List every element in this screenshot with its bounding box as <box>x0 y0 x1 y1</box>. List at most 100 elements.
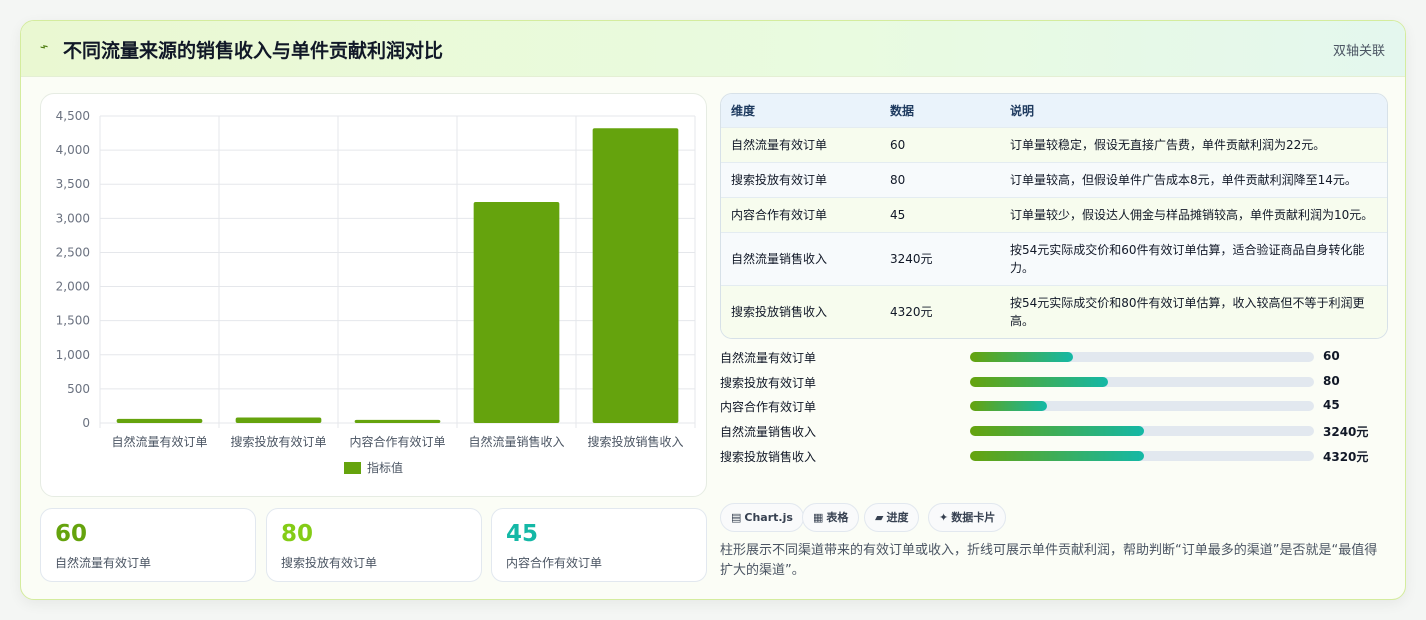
progress-value: 3240元 <box>1323 425 1369 439</box>
stat-label: 自然流量有效订单 <box>55 556 152 570</box>
progress-value: 45 <box>1323 398 1340 412</box>
progress-row: 搜索投放有效订单 80 <box>720 372 1388 392</box>
x-tick-label: 内容合作有效订单 <box>349 434 445 449</box>
progress-fill <box>970 401 1048 411</box>
lightning-icon: ⌁ <box>37 38 51 56</box>
y-tick-label: 2,500 <box>56 245 90 259</box>
progress-fill <box>970 426 1144 436</box>
y-tick-label: 1,000 <box>56 348 90 362</box>
chip-label: 数据卡片 <box>951 511 996 524</box>
progress-row: 自然流量销售收入 3240元 <box>720 421 1388 441</box>
bar-chart: 0 500 1,000 1,500 2,000 2,500 3,000 3,500 4,000 4… <box>56 109 696 475</box>
table-cell: 自然流量有效订单 <box>721 126 880 162</box>
column-header-note: 说明 <box>1010 103 1035 118</box>
progress-track <box>970 401 1314 411</box>
progress-label: 搜索投放有效订单 <box>720 376 817 390</box>
dual-axis-badge[interactable]: 双轴关联 <box>1333 40 1385 59</box>
column-header-dimension: 维度 <box>731 103 756 118</box>
bar <box>473 201 560 423</box>
x-tick-label: 自然流量销售收入 <box>468 434 564 449</box>
legend-label: 指标值 <box>367 460 403 475</box>
legend-swatch <box>344 462 361 474</box>
progress-row: 搜索投放销售收入 4320元 <box>720 446 1388 466</box>
chip-table[interactable]: ▦ 表格 <box>802 503 860 532</box>
chart-card: ⌁ 不同流量来源的销售收入与单件贡献利润对比 双轴关联 0 500 1,000 1,5… <box>20 20 1406 600</box>
progress-list: 自然流量有效订单 60 搜索投放有效订单 80 内容合作有效订单 45 自然流量… <box>720 347 1388 467</box>
stat-value: 80 <box>281 521 314 547</box>
table-cell: 60 <box>880 126 1000 162</box>
table-row: 内容合作有效订单 45 订单量较少，假设达人佣金与样品摊销较高，单件贡献利润为1… <box>721 196 1387 232</box>
progress-fill <box>970 377 1108 387</box>
chip-chartjs[interactable]: ▤ Chart.js <box>720 503 804 532</box>
bar <box>354 419 441 423</box>
table-row: 搜索投放有效订单 80 订单量较高，但假设单件广告成本8元，单件贡献利润降至14… <box>721 161 1387 197</box>
column-header-data: 数据 <box>890 103 915 118</box>
table-row: 自然流量销售收入 3240元 按54元实际成交价和60件有效订单估算，适合验证商… <box>721 231 1387 285</box>
table-cell: 内容合作有效订单 <box>721 196 880 232</box>
table-cell: 搜索投放销售收入 <box>721 284 880 338</box>
page-title: 不同流量来源的销售收入与单件贡献利润对比 <box>63 40 444 62</box>
y-tick-label: 2,000 <box>56 280 90 294</box>
y-tick-label: 4,500 <box>56 109 90 123</box>
x-tick-label: 自然流量有效订单 <box>111 434 207 449</box>
progress-track <box>970 352 1314 362</box>
stat-label: 搜索投放有效订单 <box>281 556 378 570</box>
table-cell: 4320元 <box>880 284 1000 338</box>
progress-icon: ▰ <box>875 511 884 524</box>
progress-fill <box>970 451 1144 461</box>
y-tick-label: 1,500 <box>56 314 90 328</box>
stat-card-content-orders: 45 内容合作有效订单 <box>491 508 707 582</box>
table-icon: ▦ <box>813 511 824 524</box>
progress-fill <box>970 352 1074 362</box>
stat-label: 内容合作有效订单 <box>506 556 603 570</box>
stat-value: 45 <box>506 521 539 547</box>
chip-progress[interactable]: ▰ 进度 <box>864 503 920 532</box>
progress-label: 内容合作有效订单 <box>720 400 817 414</box>
y-tick-label: 3,500 <box>56 177 90 191</box>
chip-label: 表格 <box>826 511 849 524</box>
progress-track <box>970 426 1314 436</box>
table-cell: 45 <box>880 196 1000 232</box>
table-cell: 订单量较少，假设达人佣金与样品摊销较高，单件贡献利润为10元。 <box>1000 196 1387 232</box>
y-tick-label: 3,000 <box>56 211 90 225</box>
bar <box>592 128 679 423</box>
stat-value: 60 <box>55 521 88 547</box>
table-cell: 自然流量销售收入 <box>721 231 880 285</box>
chip-label: 进度 <box>886 511 909 524</box>
table-cell: 按54元实际成交价和60件有效订单估算，适合验证商品自身转化能力。 <box>1000 231 1387 285</box>
chip-data-card[interactable]: ✦ 数据卡片 <box>928 503 1007 532</box>
bar-chart-panel: 0 500 1,000 1,500 2,000 2,500 3,000 3,500 4,000 4… <box>40 93 707 497</box>
progress-label: 搜索投放销售收入 <box>720 450 817 464</box>
table-cell: 3240元 <box>880 231 1000 285</box>
table-row: 自然流量有效订单 60 订单量较稳定，假设无直接广告费，单件贡献利润为22元。 <box>721 126 1387 162</box>
progress-label: 自然流量销售收入 <box>720 425 817 439</box>
progress-track <box>970 451 1314 461</box>
y-tick-label: 0 <box>82 416 90 430</box>
progress-row: 内容合作有效订单 45 <box>720 396 1388 416</box>
table-cell: 搜索投放有效订单 <box>721 161 880 197</box>
card-header: ⌁ 不同流量来源的销售收入与单件贡献利润对比 双轴关联 <box>21 21 1405 77</box>
x-tick-label: 搜索投放销售收入 <box>587 434 683 449</box>
table-cell: 按54元实际成交价和80件有效订单估算，收入较高但不等于利润更高。 <box>1000 284 1387 338</box>
table-row: 搜索投放销售收入 4320元 按54元实际成交价和80件有效订单估算，收入较高但… <box>721 284 1387 338</box>
sparkle-icon: ✦ <box>939 511 949 524</box>
progress-value: 4320元 <box>1323 450 1369 464</box>
data-table: 维度 数据 说明 自然流量有效订单 60 订单量较稳定，假设无直接广告费，单件贡… <box>720 93 1388 339</box>
table-header-row: 维度 数据 说明 <box>721 94 1387 127</box>
bar <box>235 417 322 423</box>
progress-row: 自然流量有效订单 60 <box>720 347 1388 367</box>
table-cell: 订单量较稳定，假设无直接广告费，单件贡献利润为22元。 <box>1000 126 1387 162</box>
table-cell: 80 <box>880 161 1000 197</box>
chip-label: Chart.js <box>744 511 793 524</box>
y-tick-label: 4,000 <box>56 143 90 157</box>
progress-value: 60 <box>1323 349 1340 363</box>
progress-track <box>970 377 1314 387</box>
table-cell: 订单量较高，但假设单件广告成本8元，单件贡献利润降至14元。 <box>1000 161 1387 197</box>
stat-card-search-orders: 80 搜索投放有效订单 <box>266 508 482 582</box>
y-tick-label: 500 <box>67 382 90 396</box>
chart-description: 柱形展示不同渠道带来的有效订单或收入，折线可展示单件贡献利润，帮助判断“订单最多… <box>720 543 1378 578</box>
chart-icon: ▤ <box>731 511 742 524</box>
bar <box>116 418 203 423</box>
stat-card-natural-orders: 60 自然流量有效订单 <box>40 508 256 582</box>
x-tick-label: 搜索投放有效订单 <box>230 434 326 449</box>
